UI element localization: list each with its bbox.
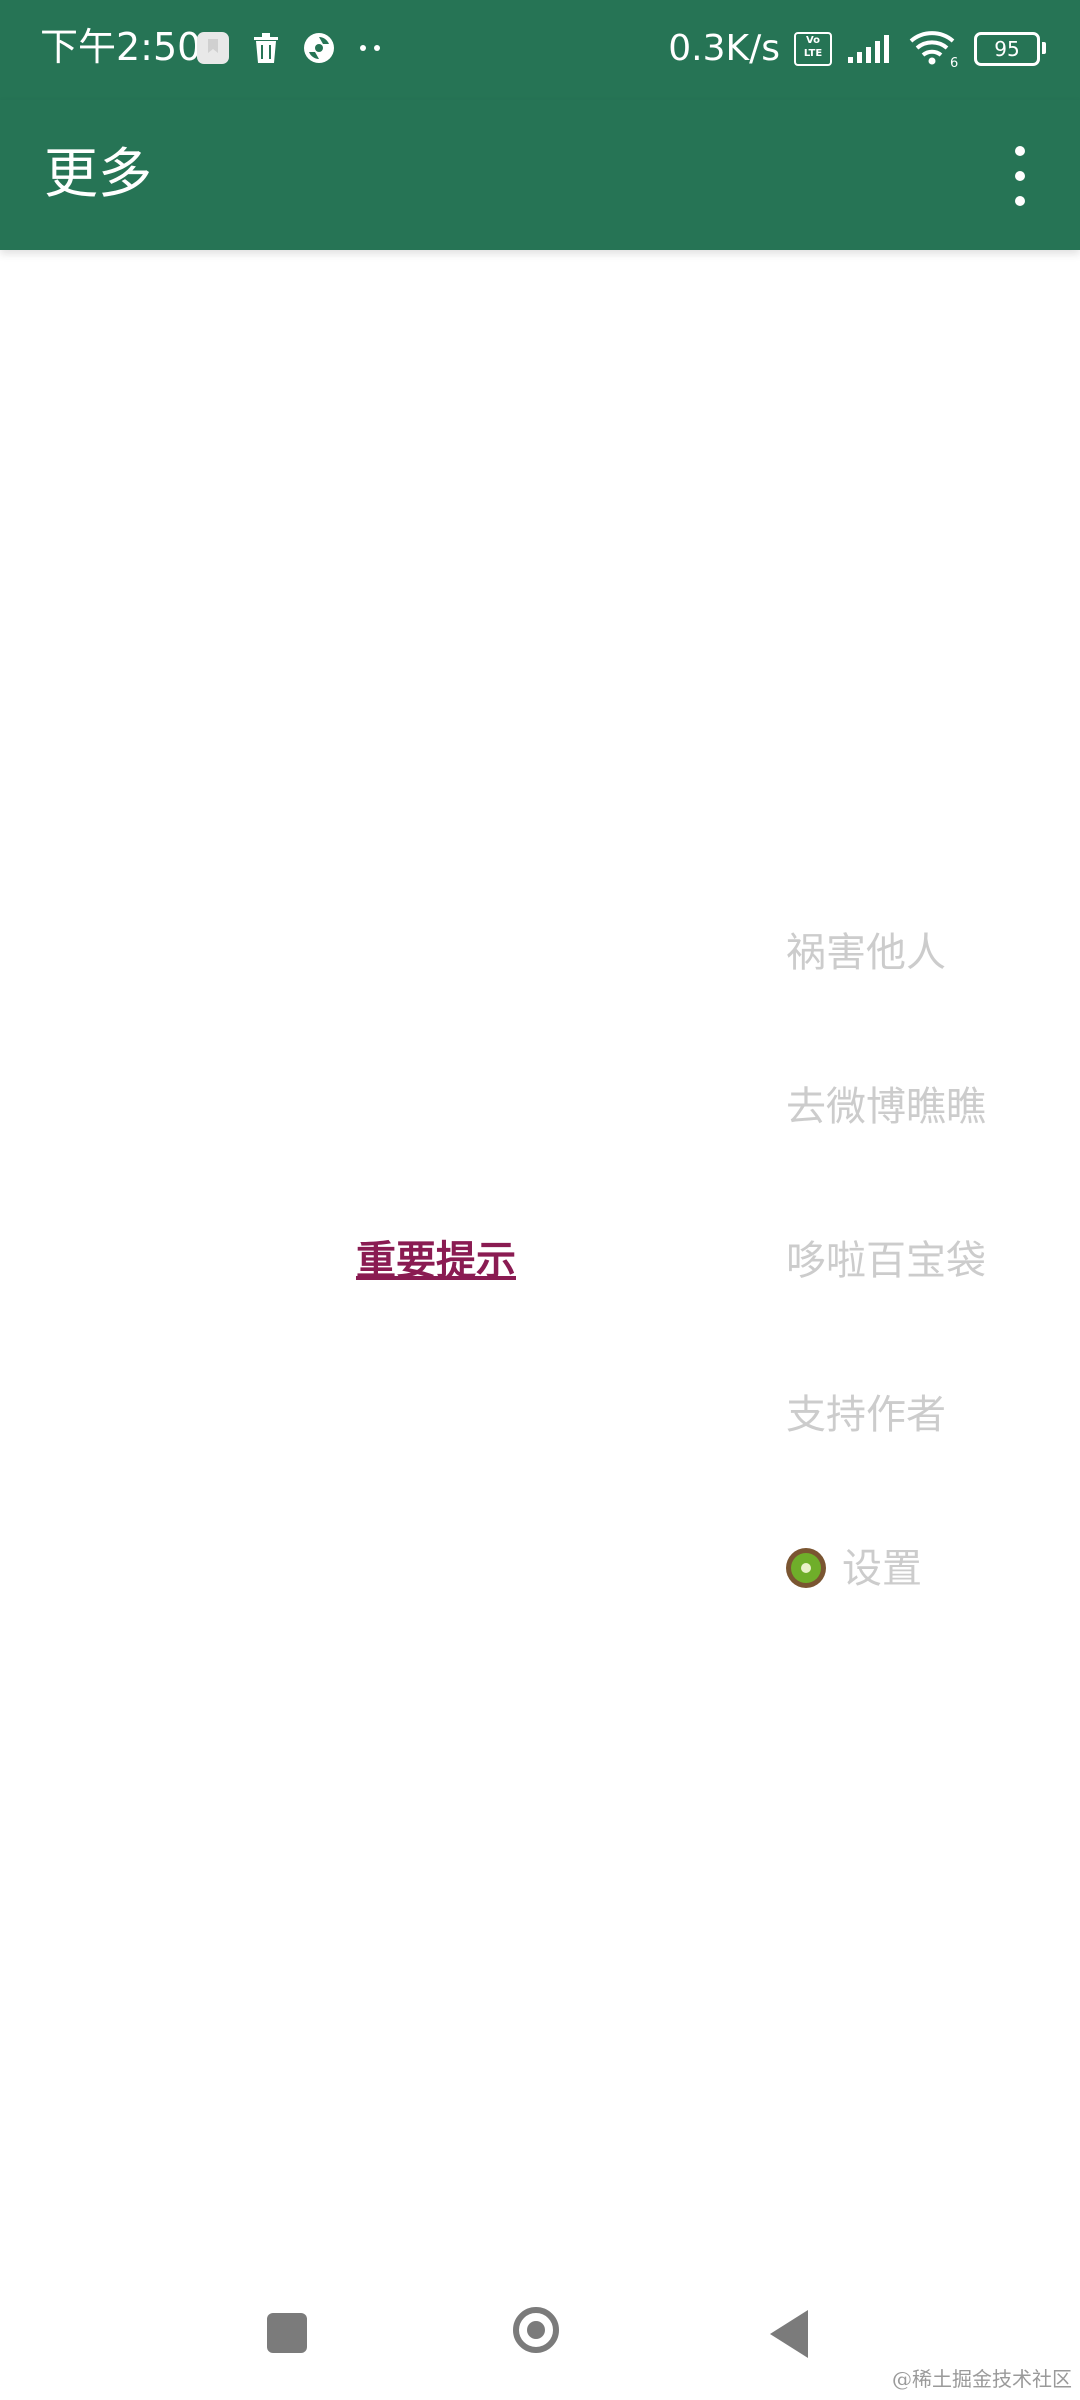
menu-item-doraemon-bag[interactable]: 哆啦百宝袋 xyxy=(786,1235,986,1287)
status-time: 下午2:50 xyxy=(40,25,202,69)
watermark: @稀土掘金技术社区 xyxy=(892,2367,1072,2391)
menu-item-support-author[interactable]: 支持作者 xyxy=(786,1389,946,1441)
menu-item-harm-others[interactable]: 祸害他人 xyxy=(786,927,946,979)
status-icons-left xyxy=(196,28,384,68)
more-vert-icon[interactable] xyxy=(1000,146,1040,206)
home-icon[interactable] xyxy=(513,2307,559,2353)
menu-item-settings[interactable]: 设置 xyxy=(786,1543,922,1595)
more-dots-icon xyxy=(360,45,380,51)
menu-item-weibo[interactable]: 去微博瞧瞧 xyxy=(786,1081,986,1133)
important-notice-link[interactable]: 重要提示 xyxy=(356,1235,516,1287)
net-speed: 0.3K/s xyxy=(668,28,780,69)
page-title: 更多 xyxy=(44,142,152,205)
menu-item-settings-label: 设置 xyxy=(842,1546,922,1592)
volte-bottom: LTE xyxy=(803,48,823,59)
wifi-badge: 6 xyxy=(950,56,958,69)
signal-icon xyxy=(848,35,889,63)
trash-icon xyxy=(254,33,278,63)
status-icons-right: 0.3K/s Vo LTE 6 95 xyxy=(668,22,1046,76)
kiwi-icon xyxy=(786,1548,826,1588)
sync-icon xyxy=(304,33,334,63)
volte-icon: Vo LTE xyxy=(794,32,832,66)
battery-level: 95 xyxy=(994,37,1020,61)
back-icon[interactable] xyxy=(770,2310,808,2358)
recent-apps-icon[interactable] xyxy=(267,2313,307,2353)
wifi-icon: 6 xyxy=(909,31,958,69)
toolbar: 更多 xyxy=(0,100,1080,250)
battery-icon: 95 xyxy=(974,32,1046,66)
notification-icon xyxy=(197,32,229,64)
volte-top: Vo xyxy=(805,35,821,46)
status-bar: 下午2:50 0.3K/s Vo LTE 6 95 xyxy=(0,0,1080,100)
